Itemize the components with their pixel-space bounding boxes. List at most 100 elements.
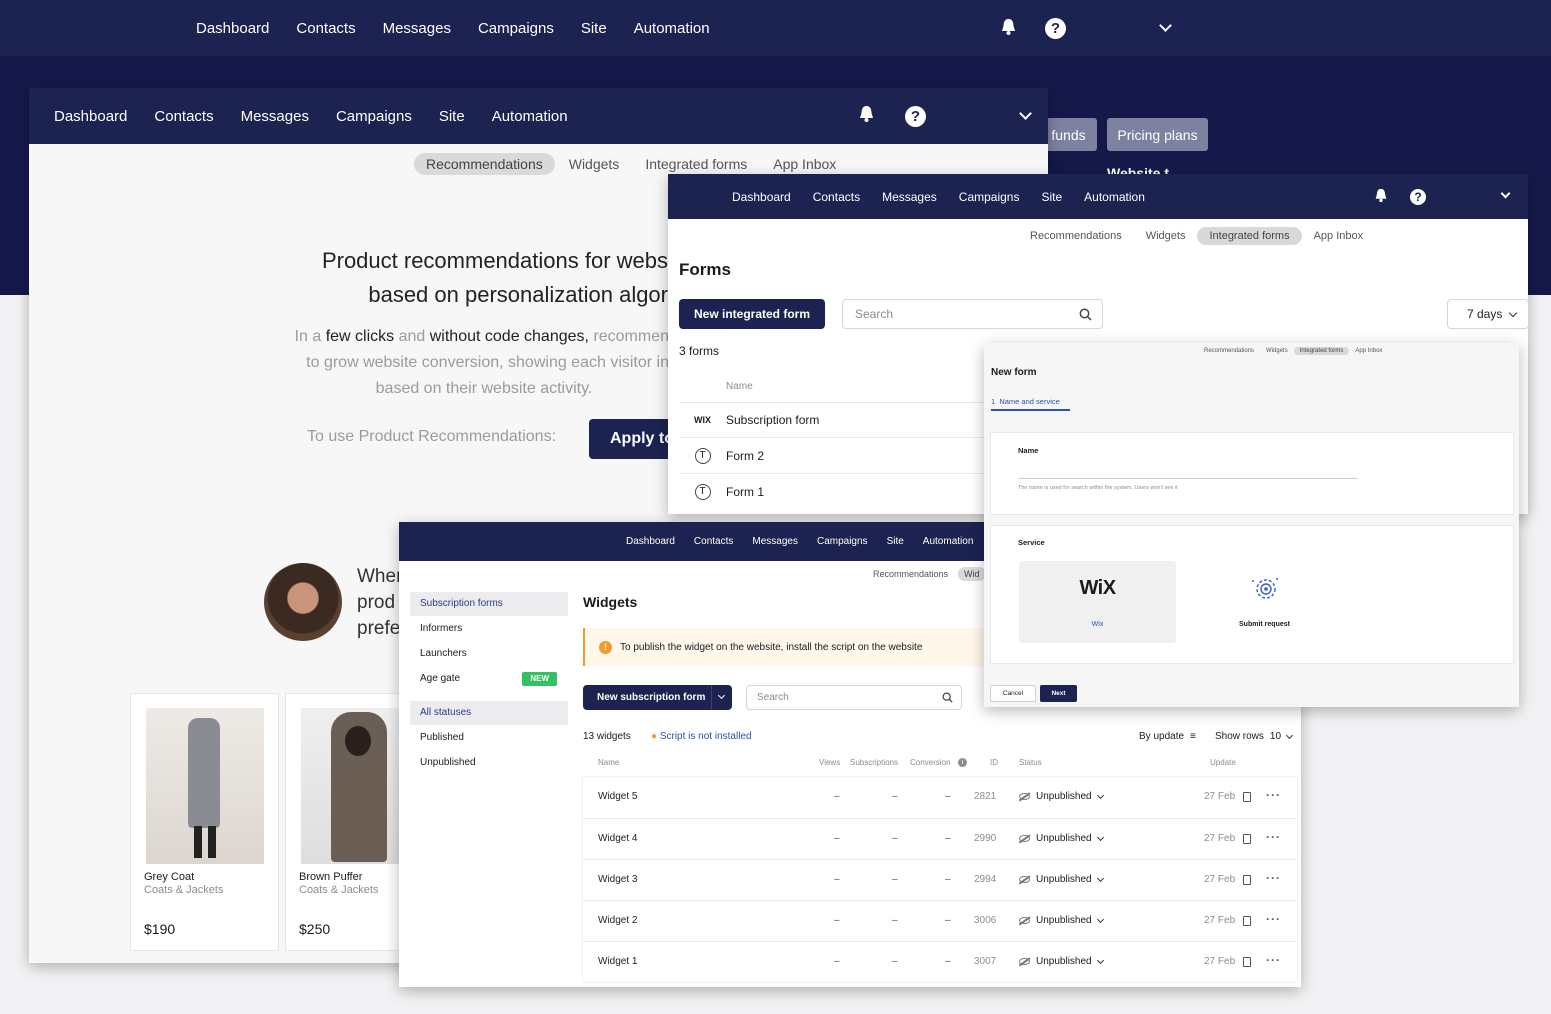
more-icon[interactable]: ··· bbox=[1266, 830, 1281, 844]
table-row[interactable]: WIX Subscription form bbox=[679, 402, 999, 437]
nav-site[interactable]: Site bbox=[581, 20, 607, 37]
nav-site[interactable]: Site bbox=[439, 108, 465, 125]
tab-recommendations[interactable]: Recommendations bbox=[1198, 347, 1260, 355]
nav-contacts[interactable]: Contacts bbox=[694, 536, 733, 547]
tab-widgets[interactable]: Widgets bbox=[1134, 227, 1198, 245]
nav-messages[interactable]: Messages bbox=[241, 108, 309, 125]
script-status[interactable]: ● Script is not installed bbox=[651, 731, 752, 742]
search-input[interactable]: Search bbox=[746, 685, 962, 710]
more-icon[interactable]: ··· bbox=[1266, 953, 1281, 967]
sidebar-item-age-gate[interactable]: Age gate NEW bbox=[410, 666, 568, 691]
chevron-down-icon[interactable] bbox=[717, 691, 726, 700]
tab-integrated-forms[interactable]: Integrated forms bbox=[1197, 227, 1302, 245]
tab-recommendations[interactable]: Recommendations bbox=[1018, 227, 1134, 245]
more-icon[interactable]: ··· bbox=[1266, 871, 1281, 885]
nav-automation[interactable]: Automation bbox=[1084, 190, 1145, 204]
help-icon[interactable]: ? bbox=[1410, 189, 1426, 205]
table-row[interactable]: T Form 2 bbox=[679, 437, 999, 473]
status-dropdown[interactable]: Unpublished bbox=[1019, 956, 1104, 967]
more-icon[interactable]: ··· bbox=[1266, 912, 1281, 926]
new-integrated-form-button[interactable]: New integrated form bbox=[679, 299, 825, 329]
sidebar-item-unpublished[interactable]: Unpublished bbox=[410, 750, 568, 775]
sort-control[interactable]: By update ≡ bbox=[1139, 731, 1196, 742]
nav-dashboard[interactable]: Dashboard bbox=[54, 108, 127, 125]
sidebar-item-launchers[interactable]: Launchers bbox=[410, 641, 568, 666]
copy-icon[interactable] bbox=[1243, 916, 1251, 926]
nav-messages[interactable]: Messages bbox=[752, 536, 798, 547]
nav-automation[interactable]: Automation bbox=[492, 108, 568, 125]
nav-dashboard[interactable]: Dashboard bbox=[732, 190, 791, 204]
table-row[interactable]: Widget 5 – – – 2821 27 Feb Unpublished ··· bbox=[583, 777, 1297, 818]
nav-campaigns[interactable]: Campaigns bbox=[478, 20, 554, 37]
script-link[interactable]: Script is not installed bbox=[660, 731, 752, 742]
nav-messages[interactable]: Messages bbox=[383, 20, 451, 37]
period-select[interactable]: 7 days bbox=[1447, 299, 1529, 329]
cancel-button[interactable]: Cancel bbox=[990, 685, 1036, 702]
nav-site[interactable]: Site bbox=[1041, 190, 1062, 204]
sidebar-item-all-statuses[interactable]: All statuses bbox=[410, 701, 568, 725]
apply-button[interactable]: Apply to bbox=[589, 419, 679, 459]
tab-widgets[interactable]: Wid bbox=[958, 567, 986, 581]
service-option-submit-request[interactable]: Submit request bbox=[1186, 561, 1343, 643]
next-button[interactable]: Next bbox=[1040, 685, 1077, 702]
copy-icon[interactable] bbox=[1243, 875, 1251, 885]
bell-icon[interactable] bbox=[1000, 18, 1017, 36]
status-dropdown[interactable]: Unpublished bbox=[1019, 833, 1104, 844]
nav-dashboard[interactable]: Dashboard bbox=[196, 20, 269, 37]
bell-icon[interactable] bbox=[858, 105, 875, 128]
tab-integrated-forms[interactable]: Integrated forms bbox=[1293, 347, 1350, 355]
tab-integrated-forms[interactable]: Integrated forms bbox=[633, 153, 759, 175]
search-input[interactable]: Search bbox=[842, 299, 1103, 329]
service-option-wix[interactable]: WiX Wix bbox=[1019, 561, 1176, 643]
status-label: Unpublished bbox=[1036, 833, 1092, 844]
nav-contacts[interactable]: Contacts bbox=[154, 108, 213, 125]
product-card[interactable]: Grey Coat Coats & Jackets $190 bbox=[130, 693, 279, 951]
nav-contacts[interactable]: Contacts bbox=[813, 190, 860, 204]
table-row[interactable]: T Form 1 bbox=[679, 473, 999, 509]
table-row[interactable]: Widget 4 – – – 2990 27 Feb Unpublished ··· bbox=[583, 818, 1297, 859]
copy-icon[interactable] bbox=[1243, 957, 1251, 967]
widgets-count: 13 widgets bbox=[583, 731, 631, 742]
table-row[interactable]: Widget 1 – – – 3007 27 Feb Unpublished ··· bbox=[583, 941, 1297, 982]
nav-campaigns[interactable]: Campaigns bbox=[959, 190, 1020, 204]
help-icon[interactable]: ? bbox=[1045, 18, 1066, 39]
tab-app-inbox[interactable]: App Inbox bbox=[761, 153, 848, 175]
add-funds-button[interactable]: funds bbox=[1040, 118, 1097, 151]
nav-contacts[interactable]: Contacts bbox=[296, 20, 355, 37]
status-dropdown[interactable]: Unpublished bbox=[1019, 791, 1104, 802]
sidebar-item-subscription-forms[interactable]: Subscription forms bbox=[410, 592, 568, 616]
desc-line3: based on their website activity. bbox=[375, 380, 593, 397]
status-dropdown[interactable]: Unpublished bbox=[1019, 874, 1104, 885]
product-price: $190 bbox=[144, 921, 176, 937]
table-row[interactable]: Widget 2 – – – 3006 27 Feb Unpublished ··· bbox=[583, 900, 1297, 941]
nav-automation[interactable]: Automation bbox=[923, 536, 974, 547]
step-tab[interactable]: 1 Name and service bbox=[991, 397, 1070, 411]
table-row[interactable]: Widget 3 – – – 2994 27 Feb Unpublished ··· bbox=[583, 859, 1297, 900]
tab-recommendations[interactable]: Recommendations bbox=[869, 567, 952, 581]
sidebar-item-published[interactable]: Published bbox=[410, 725, 568, 750]
help-icon[interactable]: ? bbox=[905, 106, 926, 127]
nav-automation[interactable]: Automation bbox=[634, 20, 710, 37]
status-dropdown[interactable]: Unpublished bbox=[1019, 915, 1104, 926]
id-cell: 3006 bbox=[974, 915, 997, 926]
tab-widgets[interactable]: Widgets bbox=[557, 153, 632, 175]
new-subscription-form-button[interactable]: New subscription form bbox=[583, 685, 732, 710]
more-icon[interactable]: ··· bbox=[1266, 788, 1281, 802]
newform-tabs: Recommendations Widgets Integrated forms… bbox=[1198, 347, 1388, 355]
nav-site[interactable]: Site bbox=[887, 536, 904, 547]
tab-widgets[interactable]: Widgets bbox=[1260, 347, 1294, 355]
tab-app-inbox[interactable]: App Inbox bbox=[1302, 227, 1376, 245]
bell-icon[interactable] bbox=[1374, 188, 1388, 208]
sidebar-item-informers[interactable]: Informers bbox=[410, 616, 568, 641]
nav-campaigns[interactable]: Campaigns bbox=[336, 108, 412, 125]
pricing-plans-button[interactable]: Pricing plans bbox=[1107, 118, 1208, 151]
copy-icon[interactable] bbox=[1243, 834, 1251, 844]
tab-app-inbox[interactable]: App Inbox bbox=[1349, 347, 1388, 355]
copy-icon[interactable] bbox=[1243, 792, 1251, 802]
nav-messages[interactable]: Messages bbox=[882, 190, 937, 204]
nav-campaigns[interactable]: Campaigns bbox=[817, 536, 868, 547]
rows-per-page[interactable]: Show rows 10 bbox=[1215, 731, 1294, 742]
name-input[interactable] bbox=[1018, 463, 1358, 479]
tab-recommendations[interactable]: Recommendations bbox=[414, 153, 555, 175]
nav-dashboard[interactable]: Dashboard bbox=[626, 536, 675, 547]
